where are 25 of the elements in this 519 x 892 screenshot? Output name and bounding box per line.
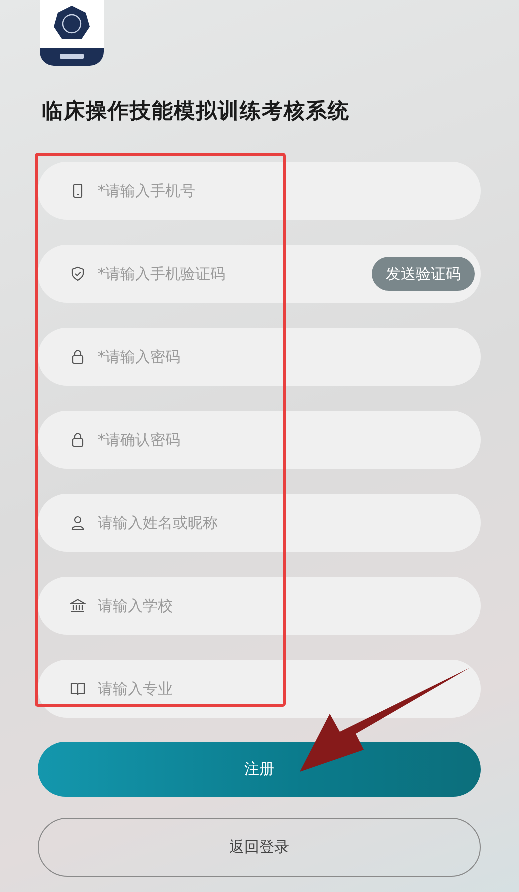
text-input[interactable]: *请输入密码: [98, 348, 475, 366]
app-title: 临床操作技能模拟训练考核系统: [42, 98, 351, 125]
text-input[interactable]: *请确认密码: [98, 431, 475, 449]
input-field[interactable]: *请输入手机验证码 发送验证码: [38, 245, 481, 303]
input-field[interactable]: 请输入专业: [38, 660, 481, 718]
input-field[interactable]: *请确认密码: [38, 411, 481, 469]
text-input[interactable]: *请输入手机验证码: [98, 265, 372, 283]
text-input[interactable]: 请输入专业: [98, 680, 475, 698]
shield-icon: [70, 266, 86, 282]
building-icon: [70, 598, 86, 614]
text-input[interactable]: *请输入手机号: [98, 182, 475, 200]
register-button[interactable]: 注册: [38, 742, 481, 797]
send-code-button[interactable]: 发送验证码: [372, 257, 475, 291]
input-field[interactable]: 请输入学校: [38, 577, 481, 635]
input-field[interactable]: *请输入密码: [38, 328, 481, 386]
input-field[interactable]: *请输入手机号: [38, 162, 481, 220]
user-icon: [70, 515, 86, 531]
book-icon: [70, 681, 86, 697]
text-input[interactable]: 请输入姓名或昵称: [98, 514, 475, 532]
lock-icon: [70, 432, 86, 448]
text-input[interactable]: 请输入学校: [98, 597, 475, 615]
app-logo-icon: [40, 0, 104, 66]
back-to-login-button[interactable]: 返回登录: [38, 818, 481, 877]
lock-icon: [70, 349, 86, 365]
input-field[interactable]: 请输入姓名或昵称: [38, 494, 481, 552]
